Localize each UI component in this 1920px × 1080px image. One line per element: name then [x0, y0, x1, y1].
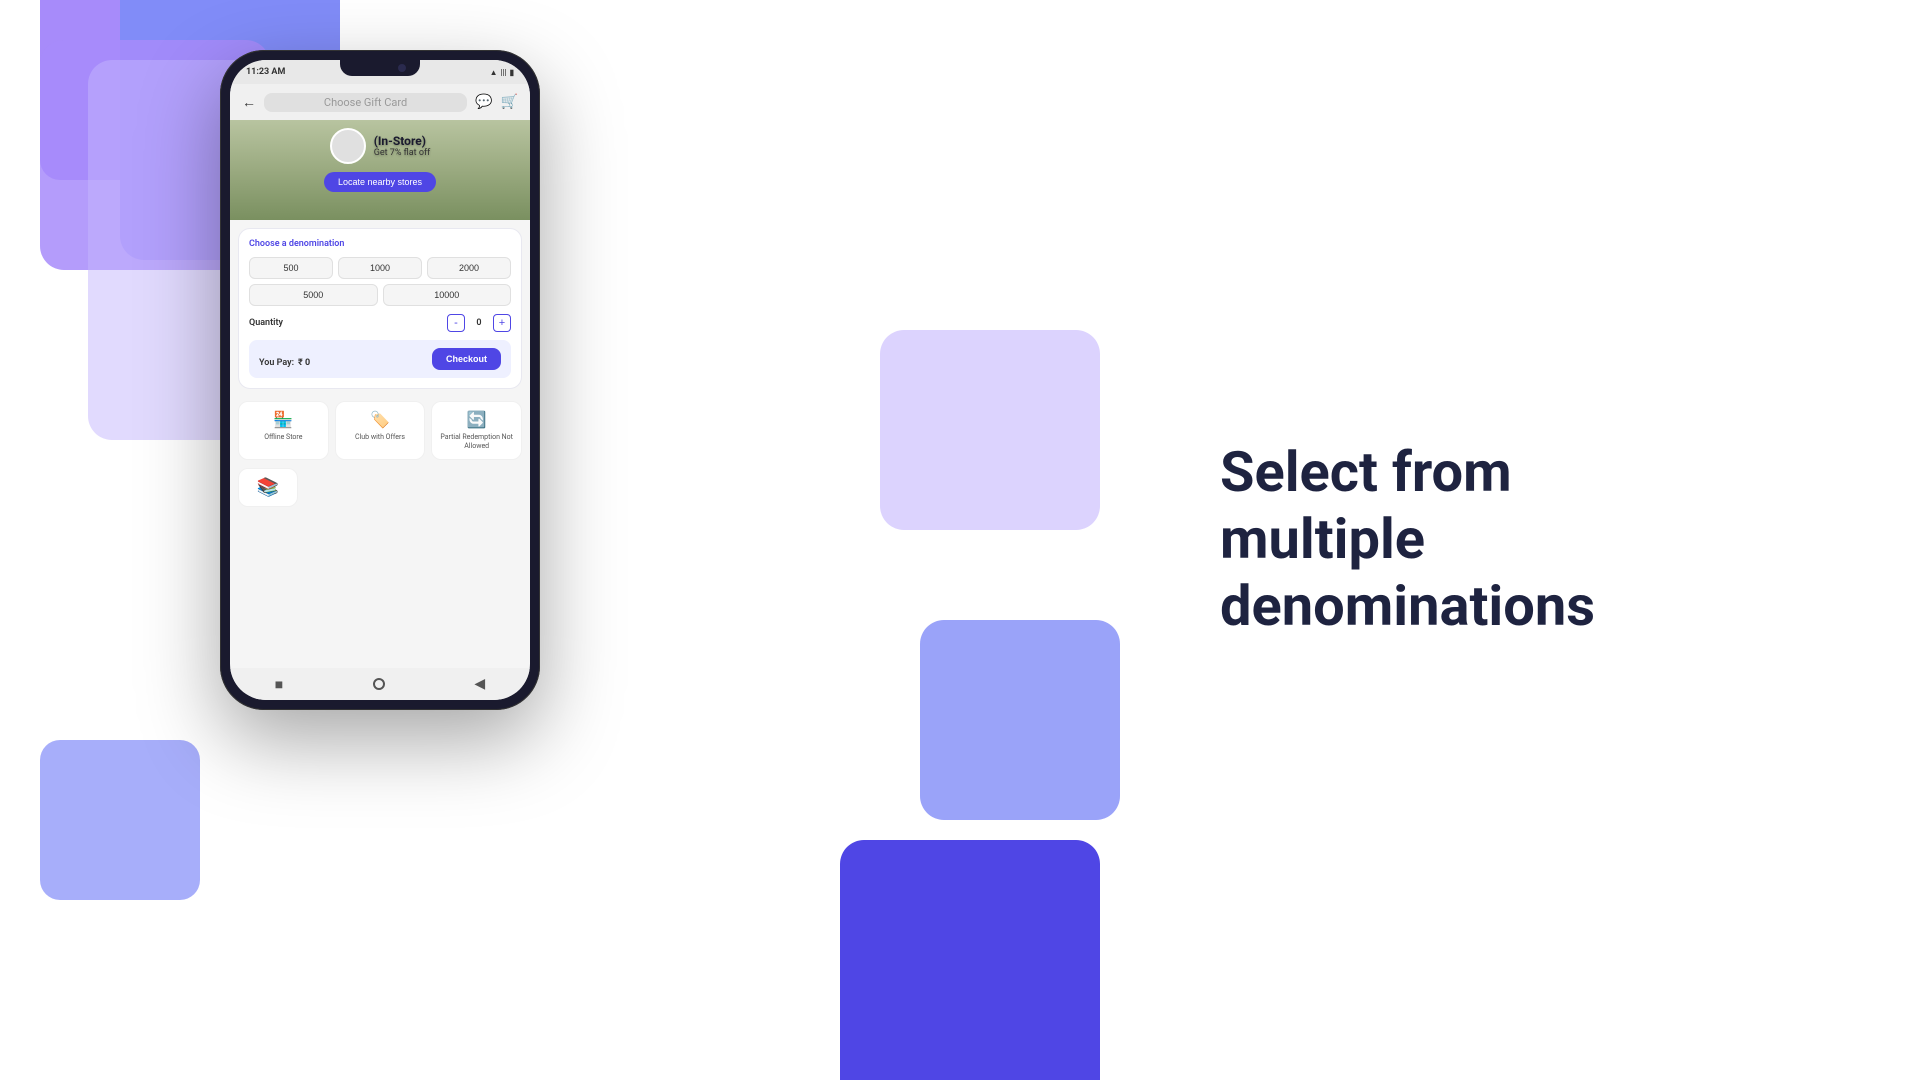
- signal-icon: |||: [501, 68, 507, 77]
- denomination-card: Choose a denomination 500 1000 2000 5000…: [238, 228, 522, 389]
- denom-1000[interactable]: 1000: [338, 257, 422, 279]
- heading-line-1: Select from multiple: [1220, 439, 1512, 572]
- checkout-row: You Pay: ₹ 0 Checkout: [249, 340, 511, 378]
- feature-partial-redemption: 🔄 Partial Redemption Not Allowed: [431, 401, 522, 460]
- right-content: Select from multiple denominations: [1220, 439, 1720, 641]
- denom-500[interactable]: 500: [249, 257, 333, 279]
- denom-10000[interactable]: 10000: [383, 284, 512, 306]
- quantity-value: 0: [471, 318, 487, 328]
- club-offers-label: Club with Offers: [355, 433, 405, 442]
- stack-icon: 📚: [257, 477, 279, 498]
- app-header: ← Choose Gift Card 💬 🛒: [230, 84, 530, 120]
- partial-redemption-label: Partial Redemption Not Allowed: [438, 433, 515, 451]
- bg-decoration-right-2: [920, 620, 1120, 820]
- header-actions: 💬 🛒: [475, 94, 518, 110]
- offline-store-label: Offline Store: [264, 433, 302, 442]
- nav-square[interactable]: ■: [275, 676, 283, 693]
- phone-frame: 11:23 AM ▲ ||| ▮ ← Choose Gift Card 💬 🛒: [220, 50, 540, 710]
- denom-5000[interactable]: 5000: [249, 284, 378, 306]
- you-pay-label: You Pay:: [259, 358, 294, 368]
- heading-line-2: denominations: [1220, 574, 1595, 640]
- denomination-grid-row2: 5000 10000: [249, 284, 511, 306]
- back-button[interactable]: ←: [242, 94, 256, 111]
- quantity-label: Quantity: [249, 318, 283, 328]
- cart-icon[interactable]: 🛒: [501, 94, 518, 110]
- battery-icon: ▮: [510, 68, 514, 77]
- quantity-minus[interactable]: -: [447, 314, 465, 332]
- phone-notch: [340, 60, 420, 76]
- bg-decoration-right-3: [840, 840, 1100, 1080]
- denomination-grid-row1: 500 1000 2000: [249, 257, 511, 279]
- you-pay-section: You Pay: ₹ 0: [259, 350, 310, 369]
- store-info: (In-Store) Get 7% flat off: [330, 128, 431, 164]
- pay-amount: ₹ 0: [298, 358, 310, 368]
- store-offer: Get 7% flat off: [374, 148, 431, 158]
- camera-icon: [398, 64, 406, 72]
- hero-section: (In-Store) Get 7% flat off Locate nearby…: [230, 120, 530, 220]
- nav-back[interactable]: ◀: [474, 676, 485, 692]
- status-icons: ▲ ||| ▮: [490, 68, 514, 77]
- nav-home[interactable]: [373, 678, 385, 690]
- bottom-scroll-section: 📚: [230, 460, 530, 515]
- wifi-icon: ▲: [490, 68, 498, 77]
- locate-button[interactable]: Locate nearby stores: [324, 172, 436, 192]
- partial-redemption-icon: 🔄: [467, 410, 487, 429]
- denom-2000[interactable]: 2000: [427, 257, 511, 279]
- club-offers-icon: 🏷️: [370, 410, 390, 429]
- checkout-button[interactable]: Checkout: [432, 348, 501, 370]
- quantity-plus[interactable]: +: [493, 314, 511, 332]
- store-avatar: [330, 128, 366, 164]
- status-time: 11:23 AM: [246, 67, 285, 77]
- header-title: Choose Gift Card: [264, 93, 467, 112]
- scroll-card: 📚: [238, 468, 298, 507]
- store-details: (In-Store) Get 7% flat off: [374, 134, 431, 158]
- feature-offline-store: 🏪 Offline Store: [238, 401, 329, 460]
- whatsapp-icon[interactable]: 💬: [475, 94, 492, 110]
- features-row: 🏪 Offline Store 🏷️ Club with Offers 🔄 Pa…: [230, 401, 530, 460]
- phone-screen: 11:23 AM ▲ ||| ▮ ← Choose Gift Card 💬 🛒: [230, 60, 530, 700]
- store-name: (In-Store): [374, 134, 431, 148]
- quantity-row: Quantity - 0 +: [249, 314, 511, 332]
- quantity-controls: - 0 +: [447, 314, 511, 332]
- phone-mockup: 11:23 AM ▲ ||| ▮ ← Choose Gift Card 💬 🛒: [220, 50, 540, 710]
- feature-club-offers: 🏷️ Club with Offers: [335, 401, 426, 460]
- bg-decoration-5: [40, 740, 200, 900]
- main-heading: Select from multiple denominations: [1220, 439, 1720, 641]
- bg-decoration-right-1: [880, 330, 1100, 530]
- phone-nav-bar: ■ ◀: [230, 668, 530, 700]
- offline-store-icon: 🏪: [273, 410, 293, 429]
- denomination-title: Choose a denomination: [249, 239, 511, 249]
